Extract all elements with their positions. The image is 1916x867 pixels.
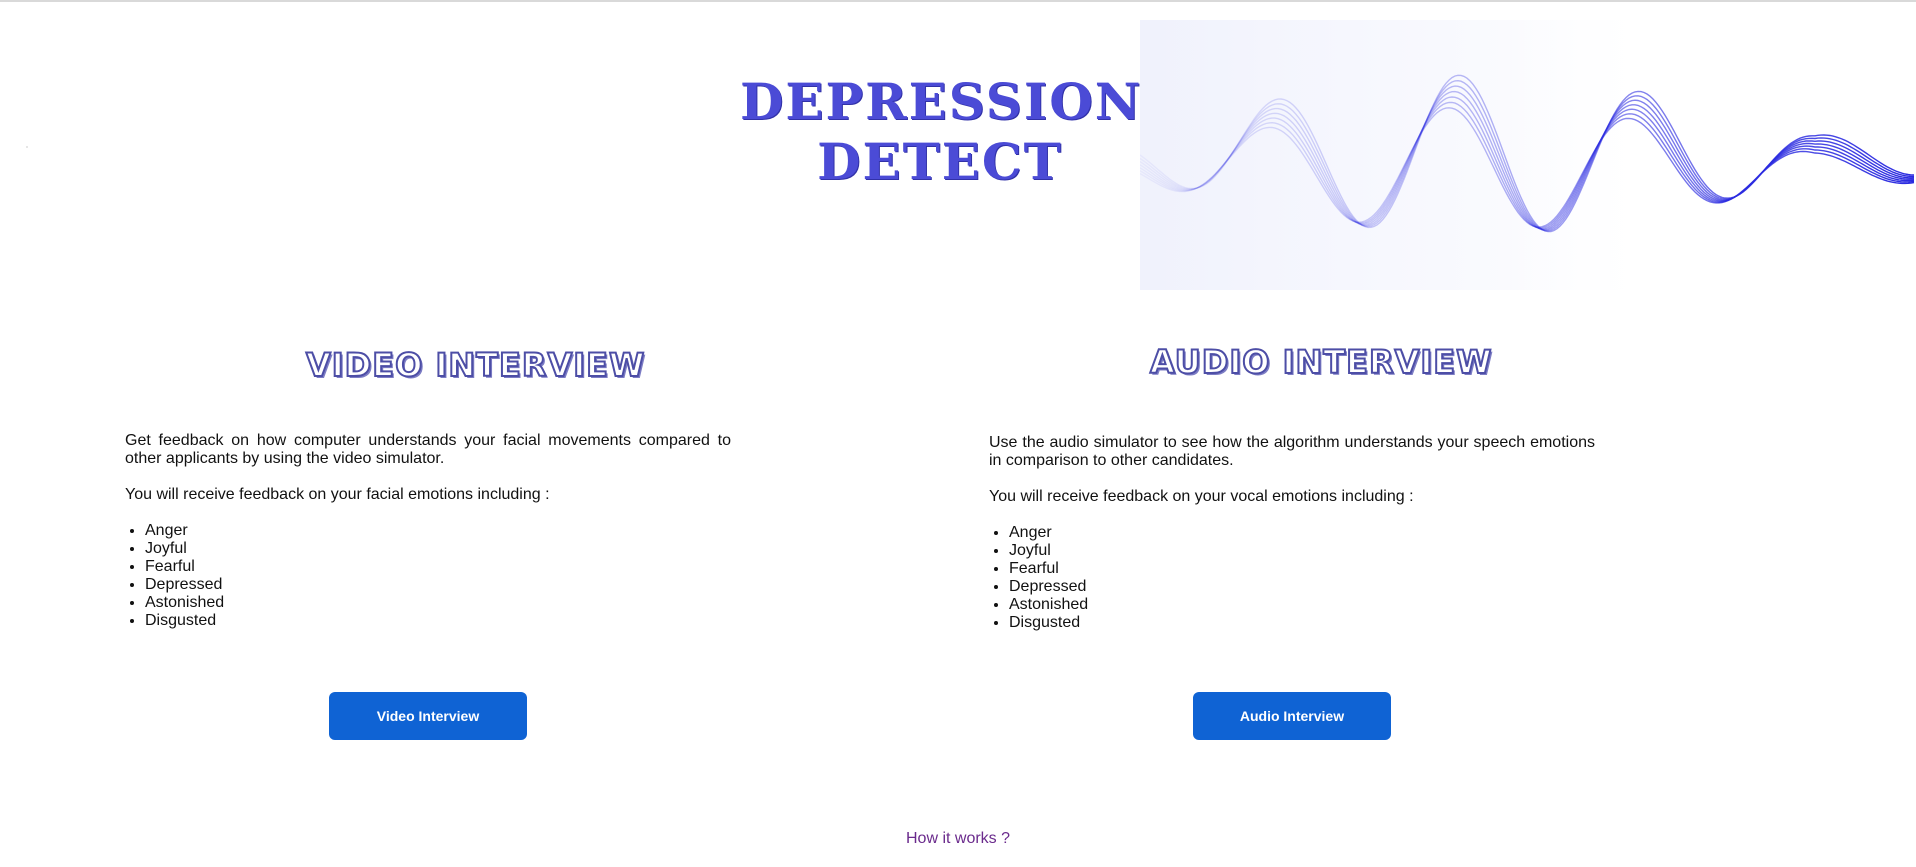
decorative-dot <box>26 146 28 148</box>
list-item: Fearful <box>1009 560 1595 578</box>
site-logo-title: DEPRESSION DETECT <box>740 72 1143 192</box>
list-item: Astonished <box>1009 596 1595 614</box>
sound-wave-icon <box>1140 20 1915 290</box>
audio-interview-title: AUDIO INTERVIEW <box>1149 342 1493 382</box>
list-item: Joyful <box>145 540 731 558</box>
list-item: Astonished <box>145 594 731 612</box>
list-item: Fearful <box>145 558 731 576</box>
video-emotion-list: Anger Joyful Fearful Depressed Astonishe… <box>125 522 731 630</box>
list-item: Disgusted <box>1009 614 1595 632</box>
logo-line-2: DETECT <box>817 132 1063 191</box>
top-divider <box>0 0 1916 2</box>
page: DEPRESSION DETECT VIDEO INTERVIEW AUDIO … <box>0 0 1916 867</box>
video-sub-text: You will receive feedback on your facial… <box>125 486 550 503</box>
list-item: Disgusted <box>145 612 731 630</box>
video-lead-text: Get feedback on how computer understands… <box>125 432 731 467</box>
audio-emotion-list: Anger Joyful Fearful Depressed Astonishe… <box>989 524 1595 632</box>
audio-sub-text: You will receive feedback on your vocal … <box>989 488 1414 505</box>
list-item: Joyful <box>1009 542 1595 560</box>
list-item: Depressed <box>145 576 731 594</box>
audio-lead-text: Use the audio simulator to see how the a… <box>989 434 1595 469</box>
video-interview-button[interactable]: Video Interview <box>329 692 527 740</box>
list-item: Anger <box>145 522 731 540</box>
list-item: Anger <box>1009 524 1595 542</box>
logo-line-1: DEPRESSION <box>740 72 1143 131</box>
video-interview-title: VIDEO INTERVIEW <box>305 345 646 385</box>
video-description: Get feedback on how computer understands… <box>125 432 731 630</box>
how-it-works-link[interactable]: How it works ? <box>858 830 1058 848</box>
audio-description: Use the audio simulator to see how the a… <box>989 434 1595 632</box>
audio-interview-button[interactable]: Audio Interview <box>1193 692 1391 740</box>
list-item: Depressed <box>1009 578 1595 596</box>
